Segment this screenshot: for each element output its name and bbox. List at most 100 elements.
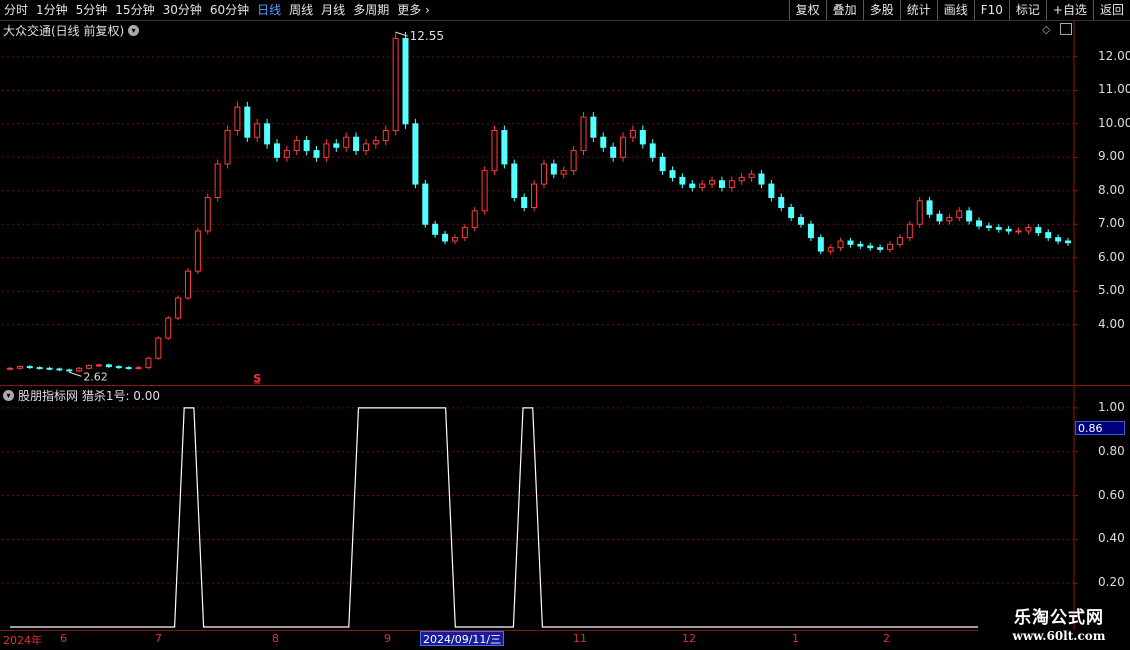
add-watchlist-button[interactable]: +自选	[1045, 0, 1093, 20]
tab-15min[interactable]: 15分钟	[115, 0, 154, 20]
candle-body	[372, 140, 379, 145]
candle-body	[175, 297, 182, 319]
candle-body	[1035, 227, 1042, 234]
price-tick-label: 10.00	[1098, 115, 1130, 130]
period-toolbar: 分时 1分钟 5分钟 15分钟 30分钟 60分钟 日线 周线 月线 多周期 更…	[0, 0, 1130, 21]
date-label: 12	[682, 632, 696, 645]
candle-body	[451, 237, 458, 242]
candle-body	[857, 243, 864, 247]
draw-line-button[interactable]: 画线	[936, 0, 974, 20]
candle-body	[264, 123, 271, 145]
mark-button[interactable]: 标记	[1008, 0, 1046, 20]
tab-5min[interactable]: 5分钟	[76, 0, 108, 20]
candle-body	[629, 130, 636, 138]
candle-body	[560, 170, 567, 175]
statistics-button[interactable]: 统计	[899, 0, 937, 20]
candle-body	[323, 143, 330, 158]
candle-body	[1055, 237, 1062, 242]
candle-body	[155, 337, 162, 359]
candle-body	[36, 367, 43, 370]
candle-body	[66, 369, 73, 372]
more-menu[interactable]: 更多 ›	[397, 0, 430, 20]
restore-rights-button[interactable]: 复权	[788, 0, 826, 20]
price-tick-label: 9.00	[1098, 149, 1125, 164]
candle-body	[926, 200, 933, 215]
candle-body	[639, 130, 646, 145]
candle-body	[778, 196, 785, 209]
candle-body	[115, 366, 122, 369]
date-label: 2024年	[3, 634, 42, 647]
candle-body	[669, 170, 676, 178]
candle-body	[679, 176, 686, 185]
tab-monthly[interactable]: 月线	[321, 0, 345, 20]
date-cursor-label: 2024/09/11/三	[420, 631, 505, 646]
candle-body	[46, 367, 53, 370]
price-tick-label: 4.00	[1098, 316, 1125, 331]
candle-body	[817, 237, 824, 252]
candle-body	[985, 225, 992, 229]
candle-body	[600, 136, 607, 148]
candle-body	[491, 130, 498, 172]
candle-body	[224, 130, 231, 165]
f10-button[interactable]: F10	[973, 0, 1009, 20]
candle-body	[432, 223, 439, 235]
tab-multi-period[interactable]: 多周期	[353, 0, 389, 20]
candle-body	[333, 143, 340, 148]
tab-weekly[interactable]: 周线	[289, 0, 313, 20]
watermark-title: 乐淘公式网	[1014, 608, 1104, 628]
tab-daily[interactable]: 日线	[257, 0, 281, 20]
candle-body	[718, 180, 725, 188]
date-label: 2	[883, 632, 890, 645]
candle-body	[442, 233, 449, 242]
multi-stock-button[interactable]: 多股	[862, 0, 900, 20]
low-pointer	[69, 371, 82, 377]
tab-1min[interactable]: 1分钟	[36, 0, 68, 20]
date-label: 9	[384, 632, 391, 645]
tab-30min[interactable]: 30分钟	[163, 0, 202, 20]
candle-body	[798, 217, 805, 225]
back-button[interactable]: 返回	[1092, 0, 1130, 20]
candle-body	[758, 173, 765, 185]
candle-body	[728, 180, 735, 188]
candle-body	[896, 237, 903, 245]
high-price-label: 12.55	[410, 29, 444, 43]
price-tick-label: 5.00	[1098, 283, 1125, 298]
candle-body	[165, 317, 172, 339]
overlay-button[interactable]: 叠加	[825, 0, 863, 20]
date-label: 6	[60, 632, 67, 645]
date-label: 7	[155, 632, 162, 645]
candle-body	[877, 247, 884, 250]
price-tick-label: 12.00	[1098, 48, 1130, 63]
tab-60min[interactable]: 60分钟	[210, 0, 249, 20]
toolbar-buttons: 复权 叠加 多股 统计 画线 F10 标记 +自选 返回	[788, 0, 1130, 20]
price-tick-label: 8.00	[1098, 182, 1125, 197]
candle-body	[531, 183, 538, 209]
indicator-value-badge: 0.86	[1075, 421, 1125, 435]
tab-intraday[interactable]: 分时	[4, 0, 28, 20]
candle-body	[481, 170, 488, 212]
candle-body	[995, 227, 1002, 230]
period-tabs: 分时 1分钟 5分钟 15分钟 30分钟 60分钟 日线 周线 月线 多周期 更…	[4, 0, 430, 20]
candle-body	[946, 217, 953, 222]
candle-body	[550, 163, 557, 175]
candle-body	[16, 366, 23, 369]
candle-body	[26, 366, 33, 369]
candle-body	[620, 136, 627, 158]
candle-body	[1065, 240, 1071, 244]
candle-body	[1025, 227, 1032, 232]
candle-body	[580, 116, 587, 152]
candle-body	[353, 136, 360, 152]
candle-body	[501, 130, 508, 165]
candle-body	[610, 146, 617, 158]
price-tick-label: 6.00	[1098, 249, 1125, 264]
price-tick-label: 11.00	[1098, 82, 1130, 97]
candle-body	[105, 364, 112, 368]
candle-body	[194, 230, 201, 272]
more-label: 更多	[397, 3, 422, 17]
candle-body	[422, 183, 429, 225]
candle-body	[283, 150, 290, 158]
candle-body	[76, 367, 83, 372]
candle-body	[184, 270, 191, 299]
candle-body	[86, 365, 93, 369]
candle-body	[827, 247, 834, 252]
